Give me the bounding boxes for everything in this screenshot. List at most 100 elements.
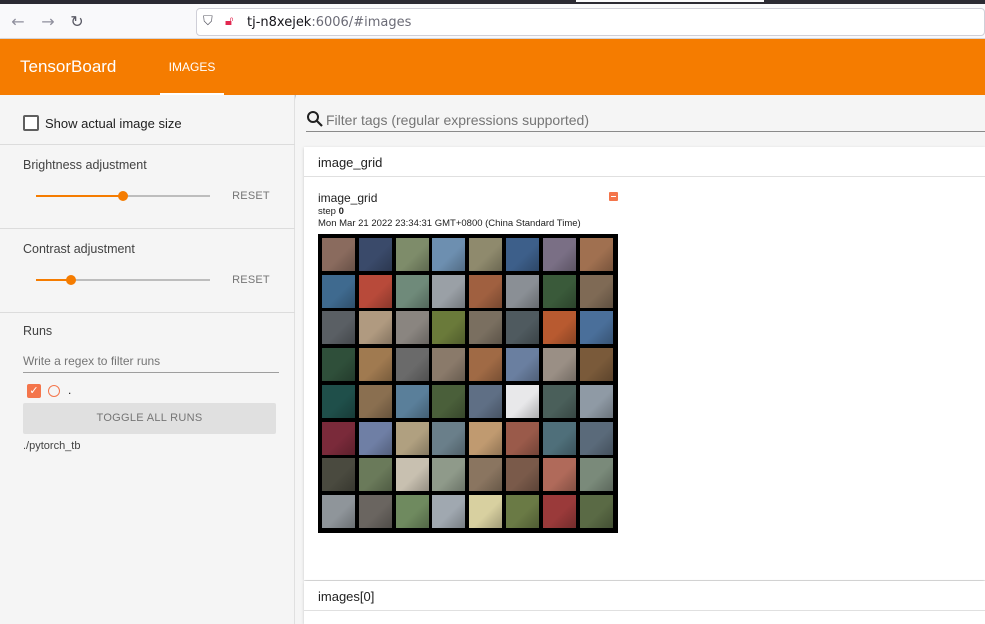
- image-grid-tile: [506, 311, 539, 345]
- address-bar[interactable]: ⛉ 🔓︎ tj-n8xejek:6006/#images: [196, 8, 985, 36]
- reload-icon[interactable]: ↻: [67, 12, 87, 32]
- logdir-label: ./pytorch_tb: [23, 440, 81, 452]
- image-grid-tile: [506, 458, 539, 492]
- browser-toolbar: ← → ↻ ⛉ 🔓︎ tj-n8xejek:6006/#images: [0, 4, 985, 39]
- image-grid-tile: [432, 348, 466, 382]
- tab-images[interactable]: IMAGES: [160, 39, 224, 95]
- slider-knob[interactable]: [65, 275, 76, 285]
- image-grid-tile: [542, 494, 576, 528]
- card-header[interactable]: image_grid: [304, 147, 985, 177]
- tag-card-image-grid: image_grid image_grid step 0 Mon Mar 21 …: [304, 147, 985, 580]
- image-grid-tile: [358, 421, 392, 455]
- image-grid-tile: [579, 311, 613, 345]
- image-grid-tile: [322, 458, 355, 492]
- tab-images-label: IMAGES: [168, 60, 216, 74]
- expand-image-icon[interactable]: [609, 192, 618, 201]
- image-step: step 0: [318, 206, 344, 217]
- card-header[interactable]: images[0]: [304, 581, 985, 611]
- image-grid-tile: [579, 458, 613, 492]
- image-grid-tile: [506, 348, 539, 382]
- image-grid-tile: [579, 348, 613, 382]
- forward-arrow-icon[interactable]: →: [38, 12, 58, 32]
- image-grid-tile: [395, 458, 429, 492]
- tag-filter-input[interactable]: Filter tags (regular expressions support…: [306, 111, 985, 132]
- image-grid-tile: [542, 238, 576, 271]
- lock-warning-icon[interactable]: 🔓︎: [225, 14, 233, 30]
- run-color-radio[interactable]: [48, 385, 60, 397]
- image-grid-tile: [579, 421, 613, 455]
- image-grid-tile: [469, 348, 503, 382]
- image-grid-tile: [395, 384, 429, 418]
- image-grid-tile: [579, 274, 613, 308]
- url-path: :6006/#images: [311, 15, 412, 30]
- image-grid-tile: [395, 421, 429, 455]
- brightness-slider[interactable]: [36, 190, 210, 202]
- image-grid-tile: [358, 274, 392, 308]
- slider-fill: [36, 195, 123, 197]
- brightness-reset-button[interactable]: RESET: [226, 190, 276, 202]
- url-text[interactable]: tj-n8xejek:6006/#images: [247, 15, 411, 30]
- image-grid-tile: [358, 384, 392, 418]
- image-grid-tile: [579, 384, 613, 418]
- image-size-section: Show actual image size: [0, 95, 295, 145]
- runs-filter-input[interactable]: Write a regex to filter runs: [23, 353, 279, 373]
- toggle-all-runs-button[interactable]: TOGGLE ALL RUNS: [23, 403, 276, 434]
- run-checkbox[interactable]: ✓: [27, 384, 41, 398]
- app-brand[interactable]: TensorBoard: [20, 57, 116, 77]
- image-grid-tile: [432, 274, 466, 308]
- contrast-reset-button[interactable]: RESET: [226, 274, 276, 286]
- image-grid-tile: [432, 311, 466, 345]
- image-grid-tile: [432, 494, 466, 528]
- back-arrow-icon[interactable]: ←: [8, 12, 28, 32]
- image-grid-tile: [322, 311, 355, 345]
- app-header: TensorBoard IMAGES: [0, 39, 985, 95]
- image-grid-tile: [542, 421, 576, 455]
- image-grid-tile: [579, 238, 613, 271]
- step-label: step: [318, 206, 336, 217]
- contrast-slider[interactable]: [36, 274, 210, 286]
- show-actual-size-checkbox[interactable]: [23, 115, 39, 131]
- image-timestamp: Mon Mar 21 2022 23:34:31 GMT+0800 (China…: [318, 218, 581, 229]
- image-grid-tile: [506, 494, 539, 528]
- shield-icon[interactable]: ⛉: [203, 14, 213, 30]
- contrast-title: Contrast adjustment: [23, 242, 135, 256]
- image-grid-tile: [469, 494, 503, 528]
- card-header-title: image_grid: [318, 155, 383, 170]
- run-label[interactable]: .: [68, 383, 71, 397]
- image-grid-tile: [395, 238, 429, 271]
- image-grid-tile: [542, 458, 576, 492]
- image-grid-tile: [432, 458, 466, 492]
- image-grid-tile: [395, 348, 429, 382]
- image-grid[interactable]: [318, 234, 618, 533]
- image-grid-tile: [469, 311, 503, 345]
- image-grid-tile: [469, 458, 503, 492]
- slider-knob[interactable]: [118, 191, 128, 201]
- tag-filter-placeholder: Filter tags (regular expressions support…: [326, 112, 590, 128]
- image-grid-tile: [579, 494, 613, 528]
- image-grid-tile: [322, 348, 355, 382]
- step-value: 0: [338, 206, 344, 217]
- image-grid-tile: [469, 274, 503, 308]
- tag-card-images-0: images[0]: [304, 581, 985, 624]
- show-actual-size-label[interactable]: Show actual image size: [45, 116, 182, 131]
- image-grid-tile: [432, 421, 466, 455]
- image-grid-tile: [469, 421, 503, 455]
- main-content: Filter tags (regular expressions support…: [296, 95, 985, 624]
- image-grid-tile: [506, 274, 539, 308]
- brightness-title: Brightness adjustment: [23, 158, 147, 172]
- image-grid-tile: [358, 348, 392, 382]
- image-tag-title: image_grid: [318, 191, 378, 205]
- image-grid-tile: [506, 238, 539, 271]
- image-grid-tile: [358, 311, 392, 345]
- image-grid-tile: [542, 384, 576, 418]
- runs-title: Runs: [23, 324, 53, 338]
- image-grid-tile: [542, 311, 576, 345]
- image-grid-tile: [469, 384, 503, 418]
- image-grid-tile: [542, 274, 576, 308]
- search-icon: [307, 111, 323, 127]
- image-grid-tile: [358, 494, 392, 528]
- image-grid-tile: [358, 238, 392, 271]
- image-grid-tile: [322, 384, 355, 418]
- image-grid-tile: [432, 238, 466, 271]
- active-tab-indicator: [576, 0, 764, 2]
